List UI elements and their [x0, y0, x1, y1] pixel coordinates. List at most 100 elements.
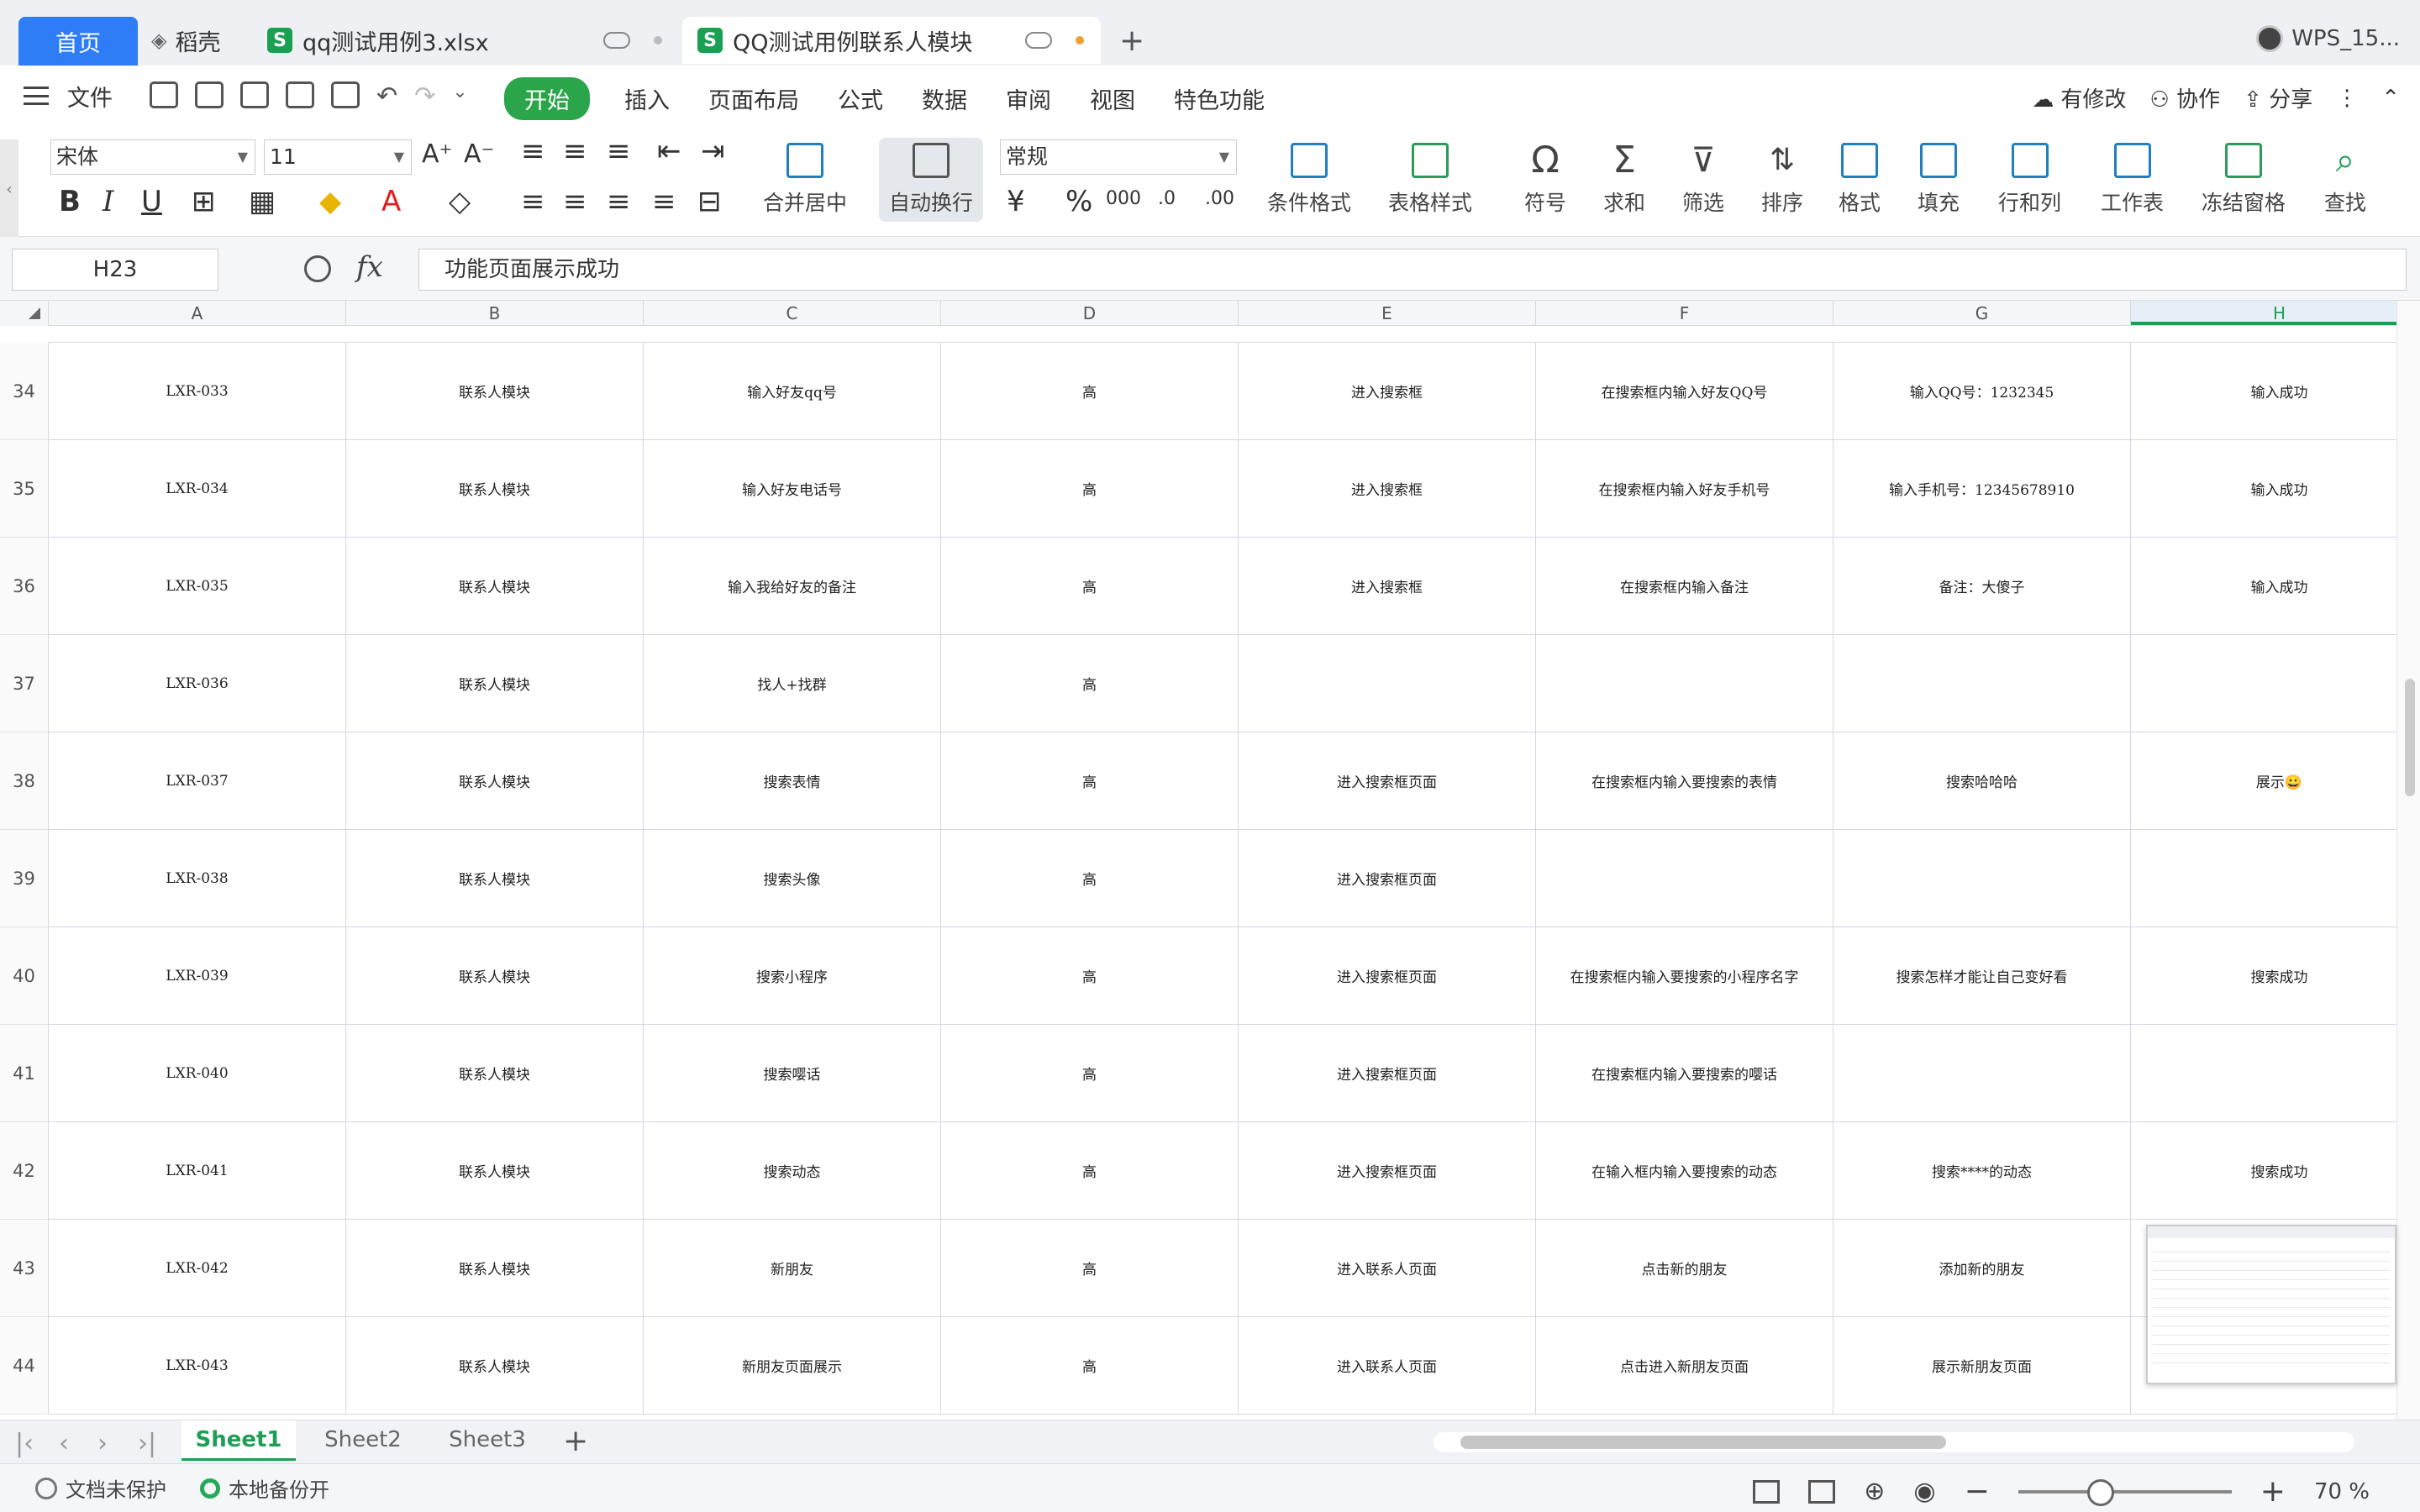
- fill-color-icon[interactable]: ◆: [319, 185, 341, 218]
- table-cell[interactable]: [1833, 1025, 2131, 1121]
- table-cell[interactable]: LXR-039: [49, 927, 346, 1024]
- table-cell[interactable]: 高: [941, 927, 1239, 1024]
- table-cell[interactable]: 进入搜索框页面: [1239, 732, 1536, 829]
- table-cell[interactable]: 添加新的朋友: [1833, 1220, 2131, 1316]
- table-cell[interactable]: LXR-038: [49, 830, 346, 927]
- fill-button[interactable]: 填充: [1918, 143, 1960, 217]
- file-menu[interactable]: 文件: [67, 80, 113, 113]
- table-cell[interactable]: 进入联系人页面: [1239, 1220, 1536, 1316]
- zoom-level[interactable]: 70 %: [2314, 1479, 2370, 1504]
- border-icon[interactable]: ⊞: [192, 185, 216, 218]
- row-header[interactable]: 35: [0, 440, 49, 538]
- outdent-icon[interactable]: ⇤: [657, 134, 681, 168]
- formula-input[interactable]: 功能页面展示成功: [418, 249, 2407, 291]
- table-cell[interactable]: 输入成功: [2131, 538, 2420, 634]
- table-cell[interactable]: 搜索小程序: [644, 927, 941, 1024]
- align-left-icon[interactable]: ≡: [521, 185, 545, 218]
- column-header[interactable]: F: [1536, 301, 1833, 325]
- function-icon[interactable]: fx: [356, 250, 383, 284]
- table-cell[interactable]: LXR-041: [49, 1122, 346, 1219]
- row-col-button[interactable]: 行和列: [1998, 143, 2061, 217]
- row-header[interactable]: 41: [0, 1025, 49, 1122]
- zoom-out-button[interactable]: −: [1965, 1474, 1990, 1509]
- menu-page-layout[interactable]: 页面布局: [689, 77, 818, 120]
- row-header[interactable]: 39: [0, 830, 49, 927]
- table-cell[interactable]: [1833, 635, 2131, 732]
- column-header[interactable]: G: [1833, 301, 2131, 325]
- table-cell[interactable]: 进入搜索框页面: [1239, 1025, 1536, 1121]
- table-cell[interactable]: 输入QQ号：1232345: [1833, 343, 2131, 439]
- reading-mode-icon[interactable]: ⊕: [1864, 1477, 1885, 1506]
- vertical-scrollbar[interactable]: [2396, 301, 2420, 1420]
- decrease-decimal-icon[interactable]: .00: [1205, 188, 1234, 209]
- table-cell[interactable]: 点击进入新朋友页面: [1536, 1317, 1833, 1414]
- redo-icon[interactable]: ↷: [414, 81, 435, 111]
- menu-start[interactable]: 开始: [504, 77, 590, 120]
- horizontal-scroll-thumb[interactable]: [1460, 1436, 1946, 1449]
- table-cell[interactable]: 新朋友: [644, 1220, 941, 1316]
- table-cell[interactable]: 在搜索框内输入要搜索的嘤话: [1536, 1025, 1833, 1121]
- menu-special[interactable]: 特色功能: [1155, 77, 1284, 120]
- table-cell[interactable]: 搜索怎样才能让自己变好看: [1833, 927, 2131, 1024]
- column-header[interactable]: E: [1239, 301, 1536, 325]
- table-cell[interactable]: 输入好友qq号: [644, 343, 941, 439]
- user-account[interactable]: WPS_15...: [2256, 25, 2400, 52]
- table-cell[interactable]: LXR-036: [49, 635, 346, 732]
- underline-icon[interactable]: U: [141, 185, 162, 218]
- table-cell[interactable]: 搜索头像: [644, 830, 941, 927]
- table-cell[interactable]: 高: [941, 1317, 1239, 1414]
- font-size-select[interactable]: 11 ▼: [264, 139, 412, 175]
- sheet-tab-2[interactable]: Sheet2: [304, 1420, 422, 1461]
- table-cell[interactable]: 高: [941, 1025, 1239, 1121]
- table-cell[interactable]: 在搜索框内输入好友QQ号: [1536, 343, 1833, 439]
- row-header[interactable]: 43: [0, 1220, 49, 1317]
- symbol-button[interactable]: Ω 符号: [1524, 142, 1566, 217]
- hamburger-icon[interactable]: [24, 87, 49, 105]
- table-cell[interactable]: LXR-034: [49, 440, 346, 537]
- table-cell[interactable]: 输入成功: [2131, 343, 2420, 439]
- italic-icon[interactable]: I: [103, 185, 113, 218]
- table-cell[interactable]: 在搜索框内输入要搜索的表情: [1536, 732, 1833, 829]
- table-cell[interactable]: 找人+找群: [644, 635, 941, 732]
- vertical-scroll-thumb[interactable]: [2405, 679, 2415, 796]
- add-sheet-button[interactable]: +: [563, 1424, 588, 1458]
- table-cell[interactable]: 联系人模块: [346, 927, 644, 1024]
- justify-icon[interactable]: ≡: [652, 185, 676, 218]
- table-cell[interactable]: 展示😀: [2131, 732, 2420, 829]
- table-cell[interactable]: 输入我给好友的备注: [644, 538, 941, 634]
- tab-file-2[interactable]: S QQ测试用例联系人模块: [682, 17, 1101, 64]
- table-cell[interactable]: 高: [941, 830, 1239, 927]
- table-cell[interactable]: 展示新朋友页面: [1833, 1317, 2131, 1414]
- print-icon[interactable]: [286, 81, 314, 108]
- font-family-select[interactable]: 宋体 ▼: [50, 139, 255, 175]
- filter-button[interactable]: ⊽ 筛选: [1682, 143, 1724, 217]
- collab-button[interactable]: ⚇ 协作: [2150, 82, 2221, 113]
- table-cell[interactable]: 进入搜索框页面: [1239, 927, 1536, 1024]
- pdf-icon[interactable]: [240, 81, 269, 108]
- menu-view[interactable]: 视图: [1071, 77, 1155, 120]
- table-cell[interactable]: LXR-040: [49, 1025, 346, 1121]
- row-header[interactable]: 37: [0, 635, 49, 732]
- row-header[interactable]: 38: [0, 732, 49, 830]
- format-button[interactable]: 格式: [1839, 143, 1881, 217]
- table-cell[interactable]: 搜索嘤话: [644, 1025, 941, 1121]
- undo-icon[interactable]: ↶: [376, 81, 397, 111]
- table-cell[interactable]: 进入搜索框页面: [1239, 1122, 1536, 1219]
- zoom-icon[interactable]: [304, 255, 331, 282]
- tab-home[interactable]: 首页: [18, 17, 138, 66]
- table-cell[interactable]: 联系人模块: [346, 1122, 644, 1219]
- modified-button[interactable]: ☁ 有修改: [2032, 82, 2126, 113]
- merge-center-button[interactable]: 合并居中: [763, 143, 847, 217]
- quick-access-dropdown-icon[interactable]: ⌄: [452, 81, 467, 111]
- print-preview-icon[interactable]: [331, 81, 360, 108]
- column-header[interactable]: C: [644, 301, 941, 325]
- sheet-preview-thumbnail[interactable]: [2146, 1225, 2396, 1384]
- menu-insert[interactable]: 插入: [605, 77, 689, 120]
- table-cell[interactable]: 输入成功: [2131, 440, 2420, 537]
- table-cell[interactable]: 高: [941, 635, 1239, 732]
- table-cell[interactable]: 联系人模块: [346, 635, 644, 732]
- wrap-text-button[interactable]: 自动换行: [879, 138, 984, 222]
- share-button[interactable]: ⇪ 分享: [2244, 82, 2312, 113]
- align-right-icon[interactable]: ≡: [607, 185, 631, 218]
- align-center-icon[interactable]: ≡: [563, 185, 587, 218]
